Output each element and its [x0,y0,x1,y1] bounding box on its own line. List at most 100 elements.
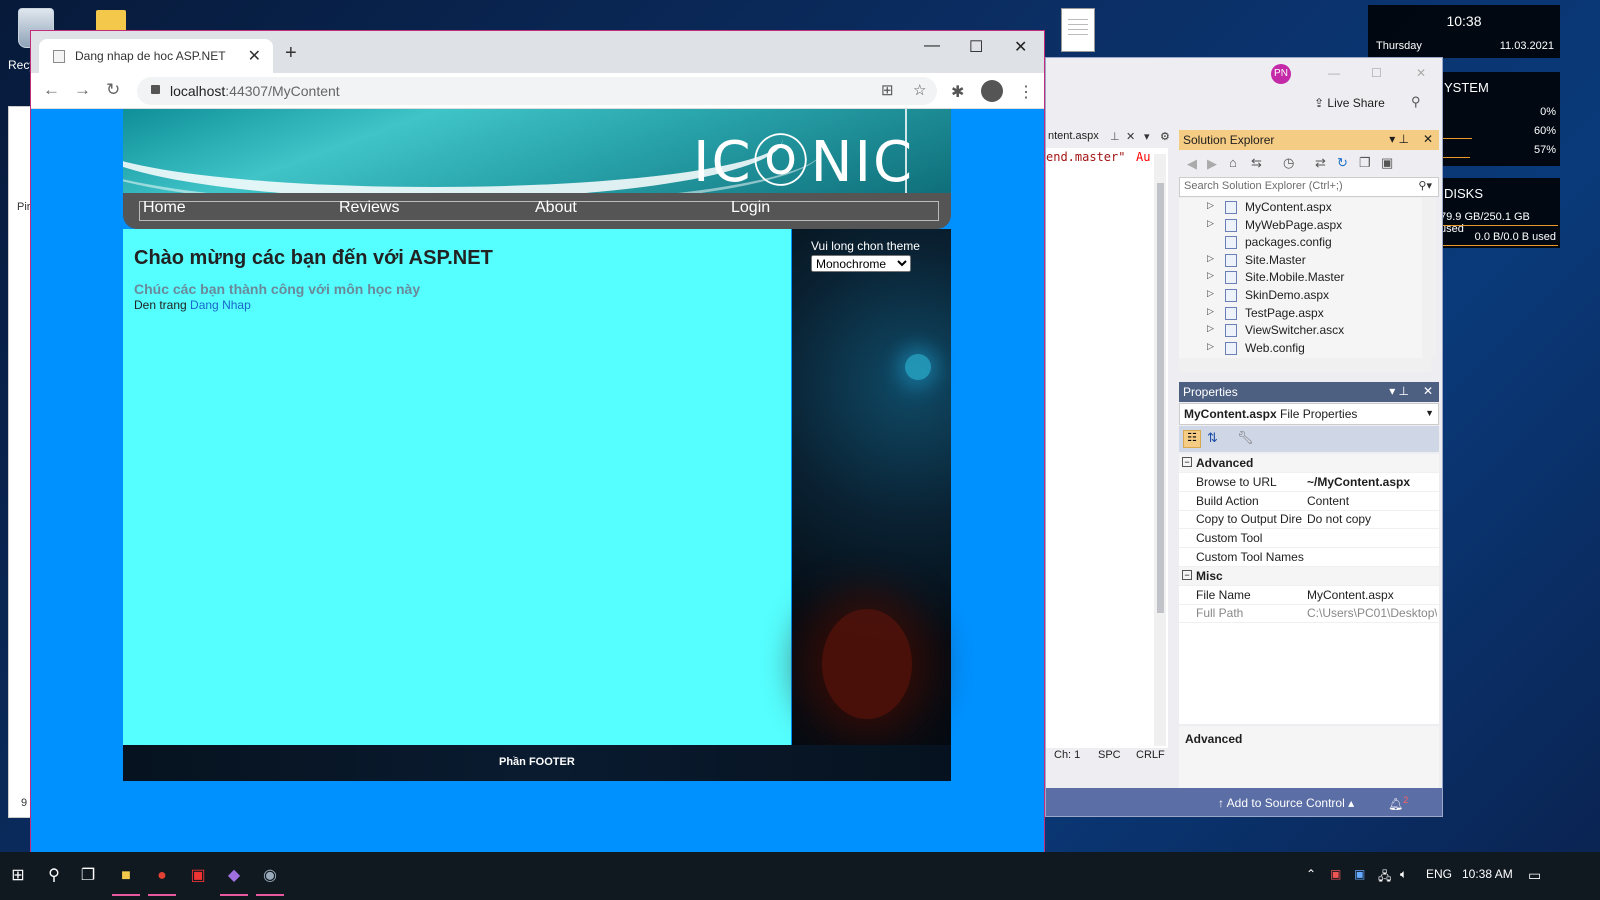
property-pages-icon[interactable]: 🔧︎ [1237,430,1254,446]
forward-icon[interactable]: ▶ [1207,156,1217,172]
taskbar-clock[interactable]: 10:38 AM [1462,867,1513,881]
property-row[interactable]: Custom Tool [1179,529,1439,549]
solution-scrollbar[interactable] [1422,198,1436,358]
history-icon[interactable]: ◷ [1283,155,1294,171]
notification-bell-icon[interactable]: 🔔︎2 [1388,795,1408,811]
close-icon[interactable]: ✕ [1423,132,1433,146]
close-icon[interactable]: ✕ [1416,66,1426,80]
menu-item-about[interactable]: About [535,199,577,217]
back-icon[interactable]: ← [43,80,60,100]
home-icon[interactable]: ⌂ [1229,155,1237,170]
property-value[interactable]: C:\Users\PC01\Desktop\ [1307,606,1437,620]
feedback-icon[interactable]: ⚲ [1411,94,1421,110]
volume-icon[interactable]: 🔈︎ [1400,867,1407,882]
live-share-button[interactable]: ⇪ Live Share [1314,96,1385,110]
maximize-icon[interactable]: ☐ [1371,66,1382,80]
language-indicator[interactable]: ENG [1426,867,1452,881]
collapse-icon[interactable]: ⇄ [1315,155,1326,171]
show-all-icon[interactable]: ▣ [1381,155,1393,171]
visual-studio-icon[interactable]: ◆ [218,860,250,896]
categorized-icon[interactable]: ☷ [1183,430,1201,448]
tab-close-icon[interactable]: ✕ [1126,130,1135,143]
solution-hscrollbar[interactable] [1179,358,1431,372]
property-category[interactable]: − Misc [1179,566,1439,586]
property-row[interactable]: Browse to URL ~/MyContent.aspx [1179,473,1439,492]
pin-icon[interactable]: ⊥ [1110,130,1120,143]
search-icon[interactable]: ⚲ [38,860,70,892]
property-row[interactable]: Copy to Output Dire Do not copy [1179,510,1439,530]
login-link[interactable]: Dang Nhap [190,298,251,312]
visual-studio-window[interactable]: PN — ☐ ✕ ⇪ Live Share ⚲ ntent.aspx ⊥ ✕ ▾… [1045,57,1443,817]
menu-item-home[interactable]: Home [143,199,186,217]
property-row[interactable]: Full Path C:\Users\PC01\Desktop\ [1179,604,1439,624]
new-tab-button[interactable]: + [285,42,297,65]
tray-app-icon[interactable]: ▣ [1354,867,1365,881]
close-icon[interactable]: ✕ [1423,384,1433,398]
expand-arrow-icon[interactable]: ▷ [1207,253,1214,264]
property-value[interactable]: Do not copy [1307,512,1437,526]
copy-icon[interactable]: ❐ [1359,155,1371,171]
profile-icon[interactable] [981,80,1003,102]
expand-arrow-icon[interactable]: ▷ [1207,200,1214,211]
collapse-icon[interactable]: − [1182,569,1192,580]
reload-icon[interactable]: ↻ [106,80,120,100]
background-window[interactable]: Pir 9 [8,106,32,818]
menu-icon[interactable]: ⋮ [1018,82,1034,102]
translate-icon[interactable]: ⊞ [881,81,894,99]
task-view-icon[interactable]: ❐ [72,860,104,892]
add-to-source-control-button[interactable]: ↑ Add to Source Control ▴ [1218,796,1354,810]
collapse-icon[interactable]: − [1182,457,1192,467]
lock-icon[interactable] [151,85,160,94]
expand-arrow-icon[interactable]: ▷ [1207,323,1214,334]
expand-arrow-icon[interactable]: ▷ [1207,288,1214,299]
address-bar[interactable]: localhost:44307/MyContent ⊞ ☆ [137,77,937,105]
media-player-icon[interactable]: ▣ [182,860,214,892]
forward-icon[interactable]: → [74,80,91,100]
start-icon[interactable]: ⊞ [2,860,34,892]
steam-icon[interactable]: ◉ [254,860,286,896]
properties-object-selector[interactable]: MyContent.aspx File Properties ▼ [1179,403,1439,425]
property-value[interactable]: MyContent.aspx [1307,588,1437,602]
tab-close-icon[interactable]: ✕ [248,46,261,66]
expand-arrow-icon[interactable]: ▷ [1207,306,1214,317]
expand-arrow-icon[interactable]: ▷ [1207,218,1214,229]
browser-tab[interactable]: Dang nhap de hoc ASP.NET ✕ [39,39,273,73]
network-icon[interactable]: 🖧︎ [1378,867,1391,888]
property-row[interactable]: File Name MyContent.aspx [1179,586,1439,605]
minimize-icon[interactable]: — [924,37,940,55]
alphabetical-icon[interactable]: ⇅ [1207,430,1218,446]
property-row[interactable]: Custom Tool Names [1179,548,1439,567]
maximize-icon[interactable]: ☐ [969,37,983,57]
solution-search-input[interactable]: Search Solution Explorer (Ctrl+;) ⚲▾ [1179,177,1439,197]
folder-icon[interactable] [96,10,126,32]
pin-icon[interactable]: ▾ ⊥ [1389,384,1409,398]
tray-app-icon[interactable]: ▣ [1330,867,1341,881]
sync-icon[interactable]: ⇆ [1251,155,1262,171]
file-explorer-icon[interactable]: ■ [110,860,142,896]
property-value[interactable]: ~/MyContent.aspx [1307,475,1437,489]
tray-expand-icon[interactable]: ⌃ [1306,867,1316,881]
tab-dropdown-icon[interactable]: ▾ [1144,130,1150,143]
bookmark-star-icon[interactable]: ☆ [913,81,926,99]
editor-scrollbar-thumb[interactable] [1157,183,1164,613]
chrome-icon[interactable]: ● [146,860,178,896]
menu-item-reviews[interactable]: Reviews [339,199,399,217]
back-icon[interactable]: ◀ [1187,156,1197,172]
document-icon[interactable] [1061,8,1095,52]
property-value[interactable]: Content [1307,494,1437,508]
settings-icon[interactable]: ⚙ [1160,130,1170,143]
theme-select[interactable]: Monochrome [811,255,911,272]
close-icon[interactable]: ✕ [1014,37,1027,57]
extensions-icon[interactable]: ✱ [951,82,964,102]
pin-icon[interactable]: ▾ ⊥ [1389,132,1409,146]
browser-window[interactable]: Dang nhap de hoc ASP.NET ✕ + — ☐ ✕ ← → ↻… [30,30,1045,853]
property-category[interactable]: − Advanced [1179,454,1439,473]
menu-item-login[interactable]: Login [731,199,770,217]
expand-arrow-icon[interactable]: ▷ [1207,341,1214,352]
code-editor[interactable]: end.master" Au [1046,148,1168,748]
user-avatar[interactable]: PN [1271,64,1291,84]
document-tab[interactable]: ntent.aspx ⊥ ✕ ▾ ⚙ [1046,130,1174,148]
expand-arrow-icon[interactable]: ▷ [1207,270,1214,281]
property-row[interactable]: Build Action Content [1179,492,1439,511]
minimize-icon[interactable]: — [1328,66,1340,80]
